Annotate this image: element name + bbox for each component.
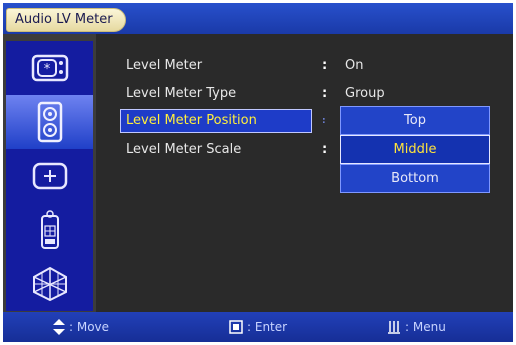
enter-button-icon (229, 320, 243, 334)
move-hint-label: : Move (69, 320, 110, 334)
svg-text:*: * (43, 62, 50, 77)
up-down-arrows-icon (53, 319, 65, 335)
menu-button-icon (388, 321, 400, 334)
setting-separator: : (322, 58, 328, 73)
setting-label: Level Meter (126, 58, 203, 73)
sidebar-item-picture[interactable]: * (6, 41, 93, 95)
setting-value: Group (345, 86, 385, 101)
sidebar: * (6, 41, 93, 311)
enter-hint-label: : Enter (247, 320, 288, 334)
footer-hint-bar: : Move : Enter : Menu (3, 312, 513, 342)
setting-label: Level Meter Type (126, 86, 237, 101)
menu-hint: : Menu (387, 312, 446, 342)
osd-window: Audio LV Meter * Level Meter: On Level … (3, 3, 513, 342)
setting-value: On (345, 58, 364, 73)
sidebar-item-remote[interactable] (6, 203, 93, 257)
sidebar-item-audio[interactable] (6, 95, 93, 149)
menu-hint-label: : Menu (405, 320, 446, 334)
setting-label: Level Meter Position (126, 113, 257, 128)
setting-row-level-meter-type[interactable]: Level Meter Type : Group (96, 82, 513, 106)
title-bar: Audio LV Meter (3, 3, 513, 34)
setting-separator: : (322, 86, 328, 101)
enter-hint: : Enter (229, 312, 287, 342)
speaker-icon (37, 101, 62, 143)
window-title: Audio LV Meter (6, 8, 126, 32)
sidebar-item-3d[interactable] (6, 257, 93, 311)
dropdown-option-top[interactable]: Top (340, 106, 490, 135)
setting-separator: : (322, 142, 328, 157)
3d-cube-icon (32, 266, 67, 302)
picture-settings-icon: * (31, 54, 68, 82)
setting-row-level-meter[interactable]: Level Meter : On (96, 54, 513, 78)
remote-control-icon (40, 210, 59, 249)
dropdown-option-bottom[interactable]: Bottom (340, 164, 490, 193)
dropdown-option-middle[interactable]: Middle (340, 135, 490, 164)
move-hint: : Move (53, 312, 109, 342)
sidebar-item-setup[interactable] (6, 149, 93, 203)
position-dropdown: Top Middle Bottom (340, 106, 490, 193)
setting-separator: : (322, 116, 326, 126)
setup-icon (32, 162, 67, 190)
setting-label: Level Meter Scale (126, 142, 242, 157)
